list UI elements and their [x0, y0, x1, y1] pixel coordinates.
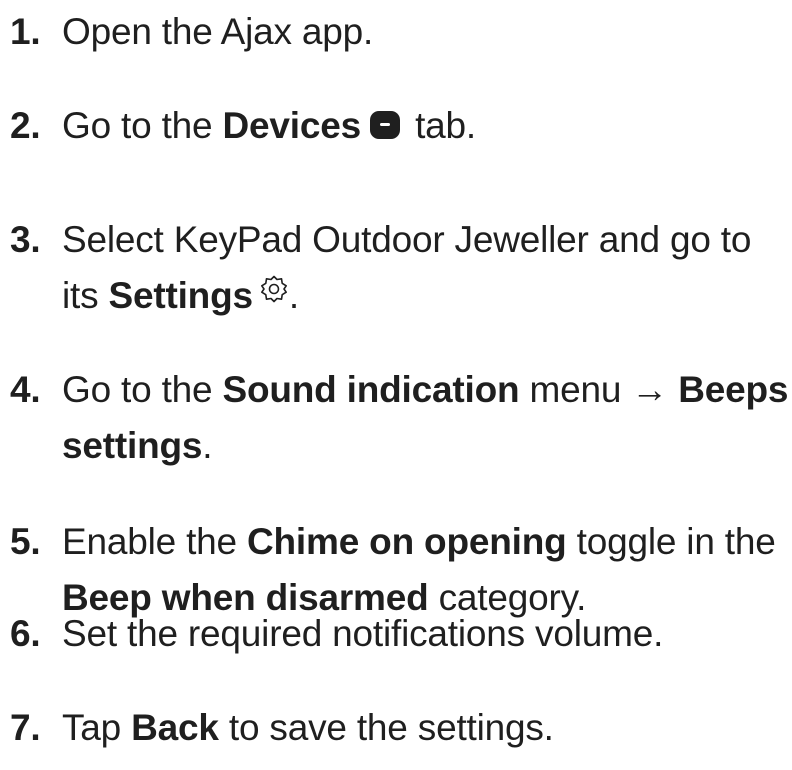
devices-tab-label: Devices: [222, 105, 362, 146]
settings-label: Settings: [108, 275, 253, 316]
step-text: Tap Back to save the settings.: [62, 707, 554, 748]
step-number: 6.: [10, 613, 41, 654]
step-3: 3. Select KeyPad Outdoor Jeweller and go…: [10, 212, 790, 324]
step-text: Go to the Devices tab.: [62, 105, 476, 146]
step-number: 4.: [10, 369, 41, 410]
gear-icon: [260, 275, 287, 303]
instruction-steps: 1. Open the Ajax app. 2. Go to the Devic…: [0, 0, 792, 770]
step-7: 7. Tap Back to save the settings.: [10, 700, 790, 756]
step-number: 3.: [10, 219, 41, 260]
step-text: Go to the Sound indication menu → Beeps …: [62, 369, 789, 466]
step-4: 4. Go to the Sound indication menu → Bee…: [10, 362, 790, 474]
back-label: Back: [131, 707, 219, 748]
sound-indication-label: Sound indication: [222, 369, 520, 410]
step-text: Set the required notifications volume.: [62, 613, 664, 654]
step-2: 2. Go to the Devices tab.: [10, 98, 790, 154]
step-number: 2.: [10, 105, 41, 146]
step-1: 1. Open the Ajax app.: [10, 4, 790, 60]
step-text: Select KeyPad Outdoor Jeweller and go to…: [62, 219, 752, 316]
step-number: 7.: [10, 707, 41, 748]
chime-on-opening-label: Chime on opening: [247, 521, 567, 562]
devices-icon: [370, 111, 400, 139]
step-6: 6. Set the required notifications volume…: [10, 606, 790, 662]
step-text: Open the Ajax app.: [62, 11, 374, 52]
step-number: 1.: [10, 11, 41, 52]
step-number: 5.: [10, 521, 41, 562]
